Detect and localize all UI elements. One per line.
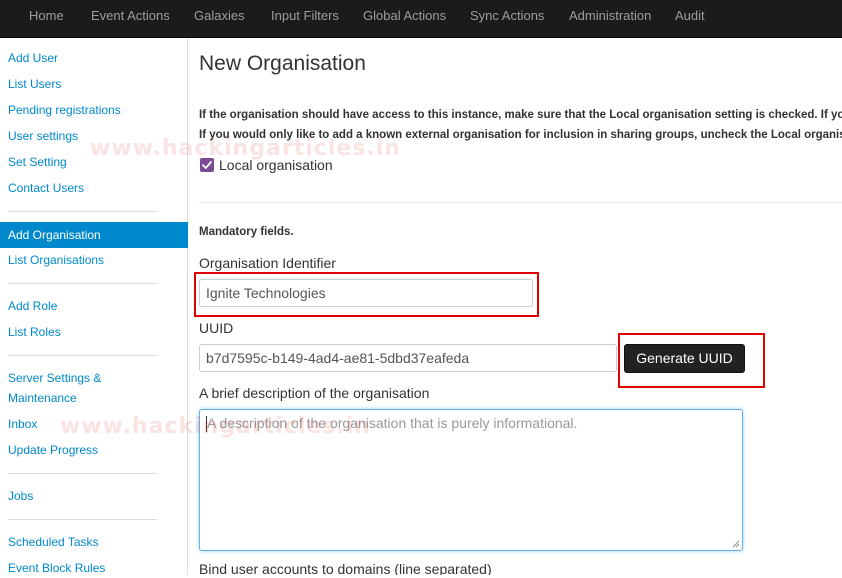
watermark: www.hackingarticles.in	[90, 136, 401, 161]
nav-home[interactable]: Home	[29, 0, 64, 32]
nav-input-filters[interactable]: Input Filters	[271, 0, 339, 32]
sidebar: Add User List Users Pending registration…	[0, 38, 188, 575]
sidebar-item-list-organisations[interactable]: List Organisations	[8, 250, 104, 270]
sidebar-item-server-settings[interactable]: Server Settings &	[8, 368, 101, 388]
bind-domains-label: Bind user accounts to domains (line sepa…	[199, 561, 492, 575]
sidebar-divider	[8, 283, 157, 284]
description-label: A brief description of the organisation	[199, 385, 430, 401]
sidebar-item-add-user[interactable]: Add User	[8, 48, 58, 68]
sidebar-divider	[8, 519, 157, 520]
nav-event-actions[interactable]: Event Actions	[91, 0, 170, 32]
org-identifier-label: Organisation Identifier	[199, 255, 336, 271]
main-content: New Organisation If the organisation sho…	[189, 38, 842, 575]
highlight-box-org-identifier	[194, 272, 539, 317]
sidebar-item-inbox[interactable]: Inbox	[8, 414, 37, 434]
nav-administration[interactable]: Administration	[569, 0, 651, 32]
watermark: www.hackingarticles.in	[60, 414, 371, 439]
sidebar-item-update-progress[interactable]: Update Progress	[8, 440, 98, 460]
sidebar-item-list-users[interactable]: List Users	[8, 74, 61, 94]
top-navbar: Home Event Actions Galaxies Input Filter…	[0, 0, 842, 38]
nav-galaxies[interactable]: Galaxies	[194, 0, 245, 32]
sidebar-item-list-roles[interactable]: List Roles	[8, 322, 61, 342]
info-text-local: If the organisation should have access t…	[199, 109, 842, 121]
sidebar-item-contact-users[interactable]: Contact Users	[8, 178, 84, 198]
sidebar-item-set-setting[interactable]: Set Setting	[8, 152, 67, 172]
nav-global-actions[interactable]: Global Actions	[363, 0, 446, 32]
sidebar-item-event-block-rules[interactable]: Event Block Rules	[8, 558, 105, 578]
sidebar-divider	[8, 473, 157, 474]
sidebar-item-add-role[interactable]: Add Role	[8, 296, 57, 316]
sidebar-item-label: Add Organisation	[8, 228, 101, 242]
uuid-input[interactable]: b7d7595c-b149-4ad4-ae81-5dbd37eafeda	[199, 344, 617, 372]
sidebar-item-add-organisation[interactable]: Add Organisation	[0, 222, 188, 248]
sidebar-divider	[8, 211, 157, 212]
mandatory-fields-heading: Mandatory fields.	[199, 226, 294, 238]
nav-sync-actions[interactable]: Sync Actions	[470, 0, 544, 32]
resize-grip-icon[interactable]	[731, 539, 740, 548]
sidebar-item-maintenance[interactable]: Maintenance	[8, 388, 77, 408]
uuid-label: UUID	[199, 320, 234, 336]
nav-audit[interactable]: Audit	[675, 0, 705, 32]
highlight-box-generate-uuid	[618, 333, 765, 388]
sidebar-item-user-settings[interactable]: User settings	[8, 126, 78, 146]
sidebar-item-jobs[interactable]: Jobs	[8, 486, 33, 506]
sidebar-divider	[8, 355, 157, 356]
sidebar-item-pending-registrations[interactable]: Pending registrations	[8, 100, 121, 120]
section-divider	[199, 202, 842, 203]
page-title: New Organisation	[199, 52, 366, 75]
sidebar-item-scheduled-tasks[interactable]: Scheduled Tasks	[8, 532, 99, 552]
